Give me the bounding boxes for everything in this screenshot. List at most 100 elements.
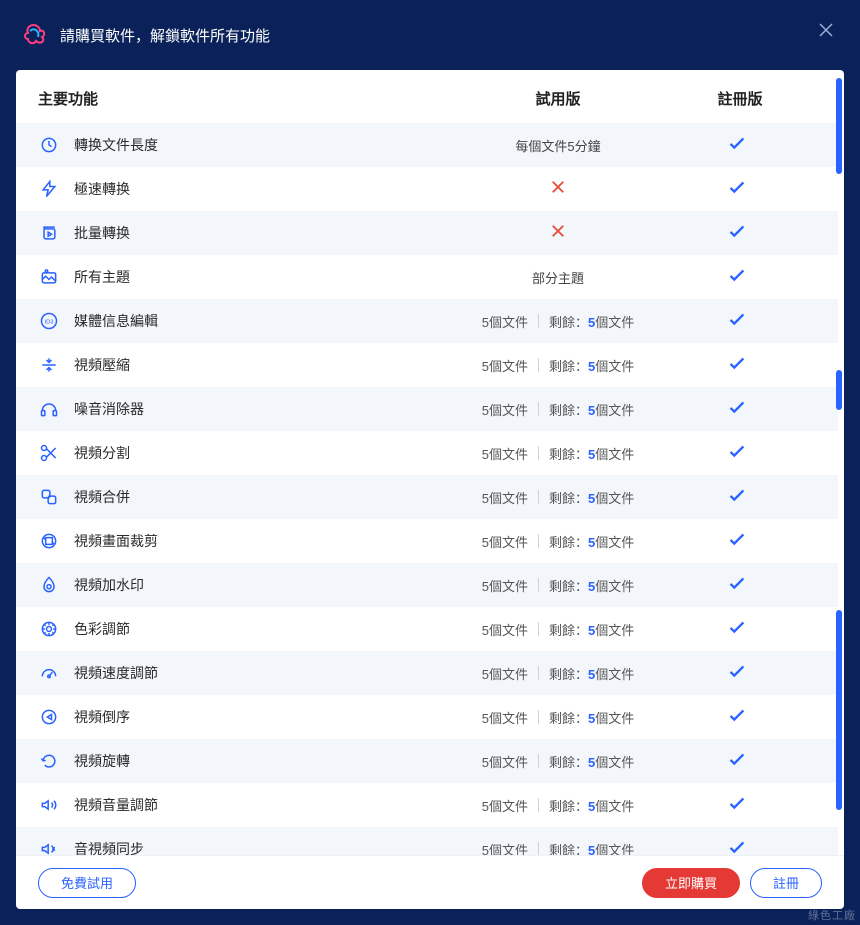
registered-cell [658, 616, 816, 643]
merge-icon [38, 486, 60, 508]
crop-icon [38, 530, 60, 552]
trial-limit-text: 5個文件 [482, 708, 528, 727]
svg-text:ID3: ID3 [44, 320, 53, 326]
feature-label: 轉换文件長度 [74, 135, 158, 155]
trial-remaining-text: 剩餘：5個文件 [549, 400, 634, 419]
table-row: 轉换文件長度 每個文件5分鐘 [16, 123, 838, 167]
trial-cell: 5個文件剩餘：5個文件 [458, 840, 658, 856]
feature-label: 視頻倒序 [74, 707, 130, 727]
trial-limit-text: 5個文件 [482, 444, 528, 463]
registered-cell [658, 440, 816, 467]
trial-cell: 5個文件 剩餘：5個文件 [458, 400, 658, 419]
feature-label: 視頻分割 [74, 443, 130, 463]
feature-label: 極速轉换 [74, 179, 130, 199]
check-icon [726, 669, 748, 686]
feature-label: 噪音消除器 [74, 399, 144, 419]
color-icon [38, 618, 60, 640]
check-icon [726, 625, 748, 642]
trial-remaining-text: 剩餘：5個文件 [549, 708, 634, 727]
titlebar: 請購買軟件，解鎖軟件所有功能 [0, 0, 860, 70]
watermark-icon [38, 574, 60, 596]
theme-icon [38, 266, 60, 288]
registered-cell [658, 176, 816, 203]
registered-cell [658, 528, 816, 555]
check-icon [726, 273, 748, 290]
purchase-dialog: 請購買軟件，解鎖軟件所有功能 主要功能 試用版 註冊版 轉换文件長度 每個文件5分… [0, 0, 860, 925]
check-icon [726, 317, 748, 334]
feature-label: 視頻合併 [74, 487, 130, 507]
check-icon [726, 405, 748, 422]
trial-remaining-text: 剩餘：5個文件 [549, 840, 634, 856]
registered-cell [658, 396, 816, 423]
trial-cell: 5個文件剩餘：5個文件 [458, 356, 658, 375]
registered-cell [658, 220, 816, 247]
table-row: 視頻旋轉 5個文件剩餘：5個文件 [16, 739, 838, 783]
trial-remaining-text: 剩餘：5個文件 [549, 752, 634, 771]
feature-label: 視頻旋轉 [74, 751, 130, 771]
trial-remaining-text: 剩餘：5個文件 [549, 664, 634, 683]
check-icon [726, 361, 748, 378]
trial-cell: 部分主題 [458, 268, 658, 287]
table-row: 視頻壓縮 5個文件剩餘：5個文件 [16, 343, 838, 387]
trial-cell: 5個文件剩餘：5個文件 [458, 312, 658, 331]
free-trial-button[interactable]: 免費試用 [38, 868, 136, 898]
x-icon [549, 178, 567, 201]
feature-label: 視頻音量調節 [74, 795, 158, 815]
registered-cell [658, 308, 816, 335]
check-icon [726, 713, 748, 730]
duration-icon [38, 134, 60, 156]
denoise-icon [38, 398, 60, 420]
buy-now-button[interactable]: 立即購買 [642, 868, 740, 898]
trial-limit-text: 5個文件 [482, 400, 528, 419]
trial-remaining-text: 剩餘：5個文件 [549, 532, 634, 551]
compress-icon [38, 354, 60, 376]
register-button[interactable]: 註冊 [750, 868, 822, 898]
trial-cell: 5個文件剩餘：5個文件 [458, 444, 658, 463]
check-icon [726, 801, 748, 818]
scroll-indicator [836, 123, 842, 174]
header-feature: 主要功能 [38, 88, 458, 109]
volume-icon [38, 794, 60, 816]
trial-cell: 5個文件剩餘：5個文件 [458, 664, 658, 683]
trial-limit-text: 5個文件 [482, 576, 528, 595]
trial-cell: 5個文件 剩餘：5個文件 [458, 620, 658, 639]
check-icon [726, 845, 748, 856]
trial-cell: 5個文件剩餘：5個文件 [458, 752, 658, 771]
id3-icon: ID3 [38, 310, 60, 332]
check-icon [726, 185, 748, 202]
feature-label: 批量轉换 [74, 223, 130, 243]
feature-label: 所有主題 [74, 267, 130, 287]
trial-remaining-text: 剩餘：5個文件 [549, 620, 634, 639]
close-button[interactable] [814, 18, 838, 42]
feature-label: 音視頻同步 [74, 839, 144, 855]
trial-cell: 5個文件剩餘：5個文件 [458, 576, 658, 595]
scroll-indicator [836, 610, 842, 810]
dialog-footer: 免費試用 立即購買 註冊 [16, 855, 844, 909]
trial-cell: 5個文件 剩餘：5個文件 [458, 708, 658, 727]
registered-cell [658, 704, 816, 731]
check-icon [726, 493, 748, 510]
trial-remaining-text: 剩餘：5個文件 [549, 312, 634, 331]
check-icon [726, 449, 748, 466]
registered-cell [658, 660, 816, 687]
table-row: ID3媒體信息編輯5個文件剩餘：5個文件 [16, 299, 838, 343]
trial-limit-text: 5個文件 [482, 620, 528, 639]
titlebar-title: 請購買軟件，解鎖軟件所有功能 [60, 25, 270, 46]
feature-label: 視頻壓縮 [74, 355, 130, 375]
header-registered: 註冊版 [658, 88, 822, 109]
table-row: 噪音消除器 5個文件 剩餘：5個文件 [16, 387, 838, 431]
trial-cell: 5個文件剩餘：5個文件 [458, 796, 658, 815]
trial-cell: 5個文件 剩餘：5個文件 [458, 488, 658, 507]
x-icon [549, 222, 567, 245]
app-logo-icon [20, 21, 48, 49]
trial-limit-text: 5個文件 [482, 488, 528, 507]
table-row: 音視頻同步 5個文件剩餘：5個文件 [16, 827, 838, 855]
table-row: 批量轉换 [16, 211, 838, 255]
feature-label: 視頻畫面裁剪 [74, 531, 158, 551]
trial-cell: 每個文件5分鐘 [458, 136, 658, 155]
trial-remaining-text: 剩餘：5個文件 [549, 488, 634, 507]
batch-icon [38, 222, 60, 244]
split-icon [38, 442, 60, 464]
table-row: 視頻速度調節5個文件剩餘：5個文件 [16, 651, 838, 695]
table-header: 主要功能 試用版 註冊版 [16, 70, 844, 123]
